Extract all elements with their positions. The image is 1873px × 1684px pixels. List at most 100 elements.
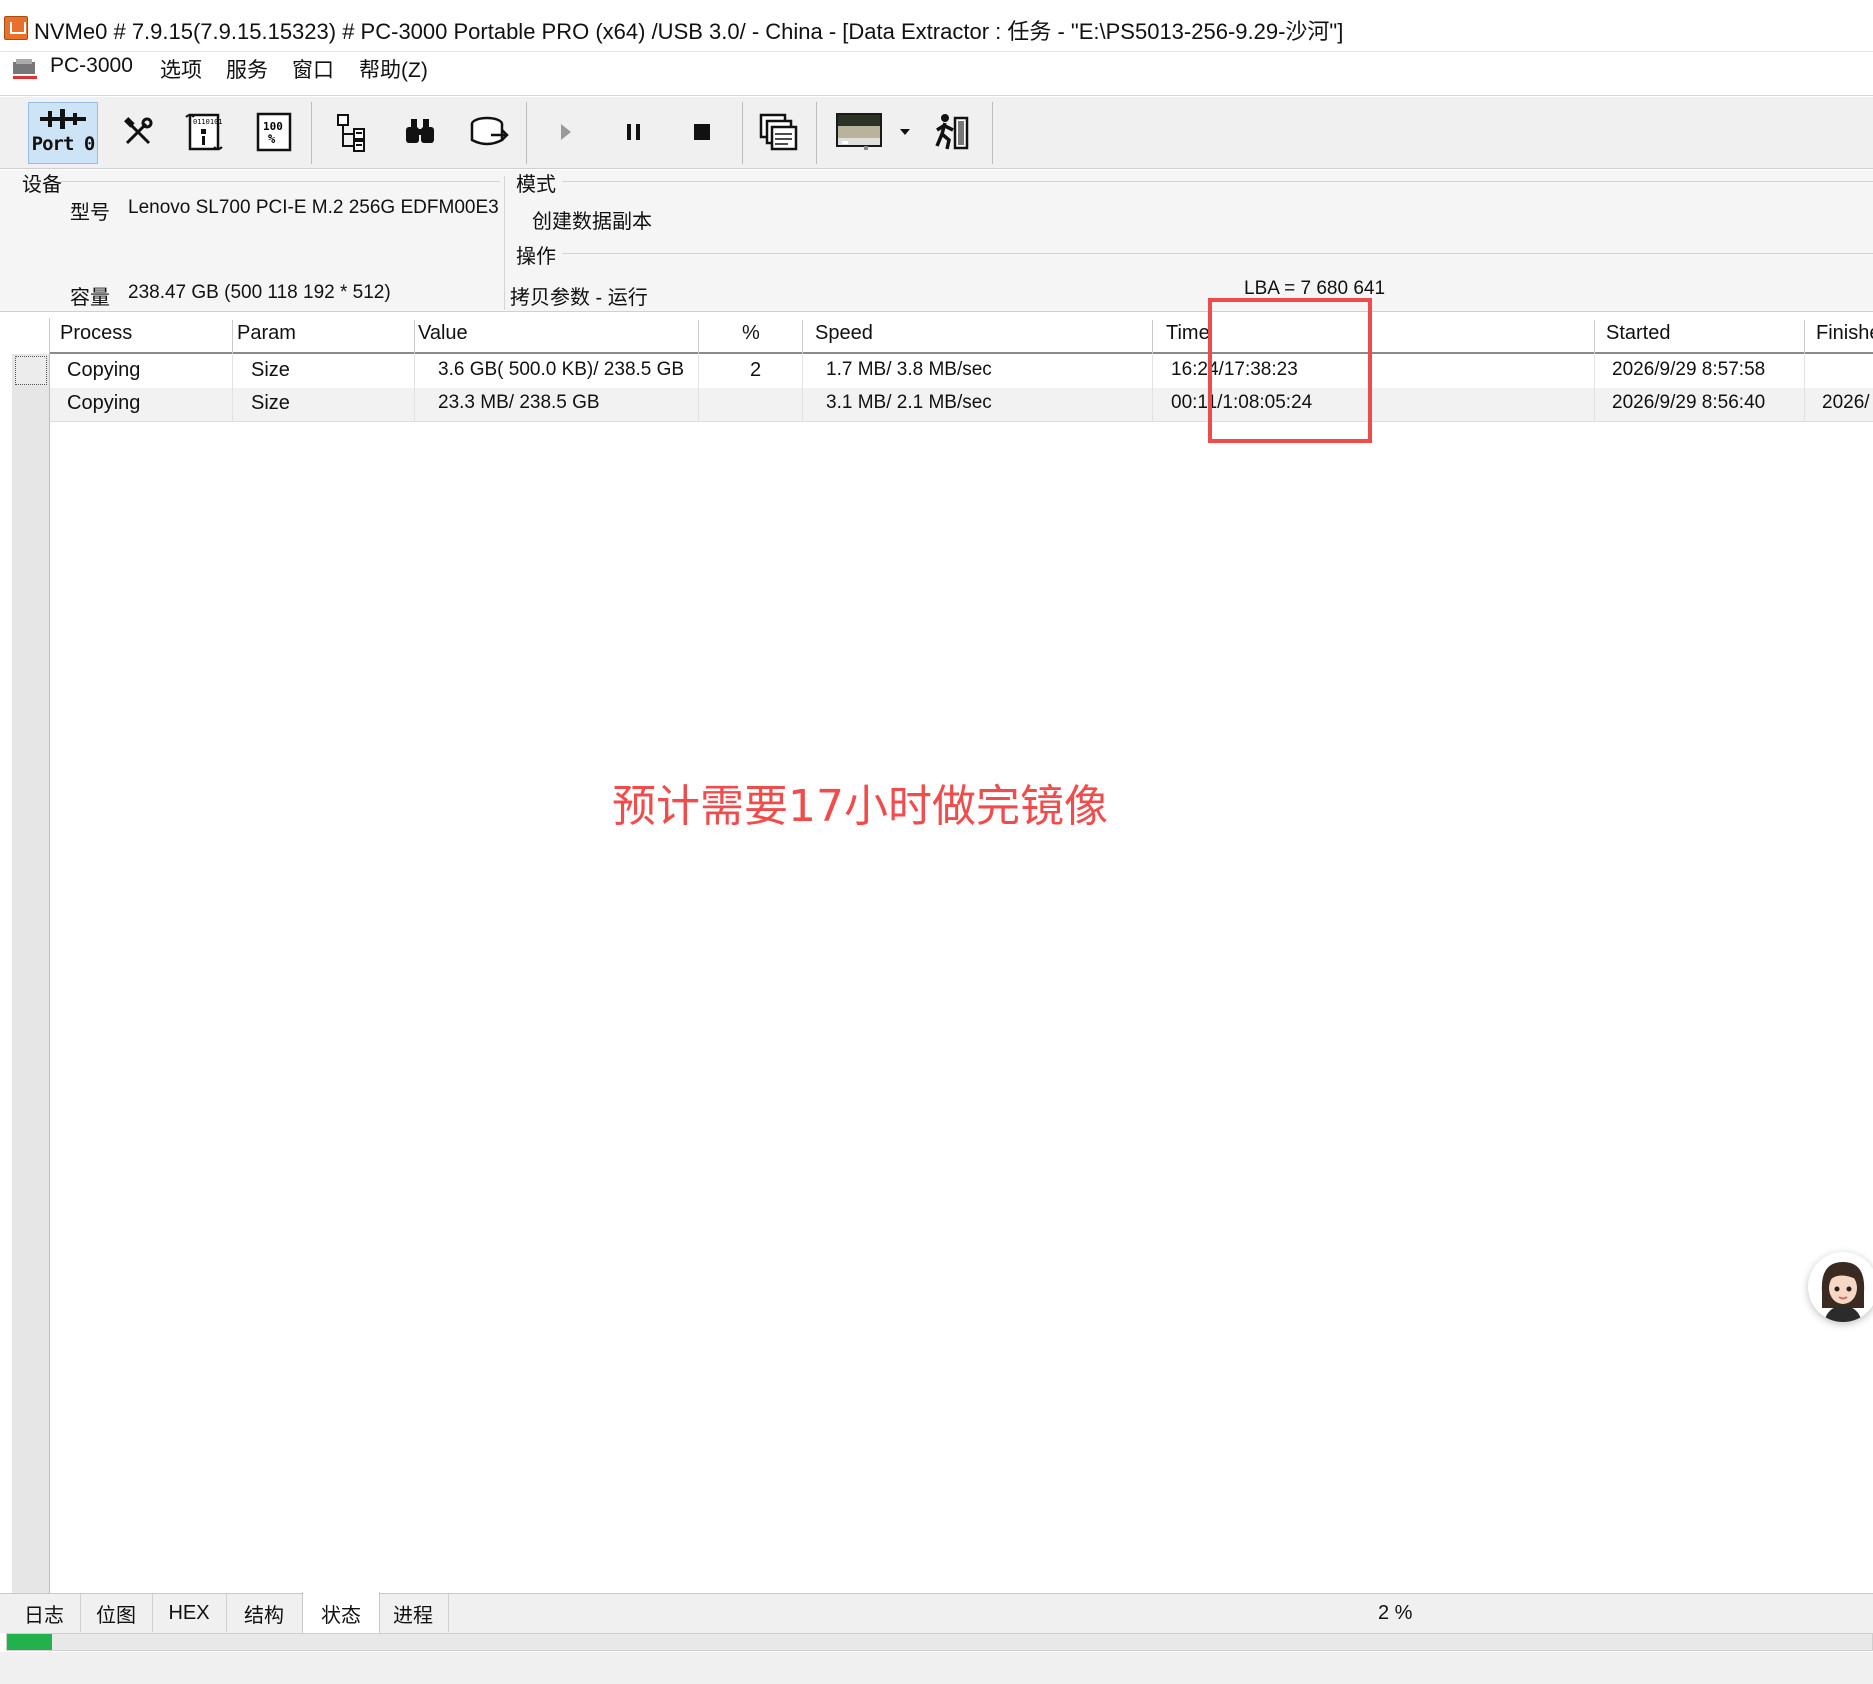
column-line bbox=[1594, 355, 1595, 421]
tab-label: 状态 bbox=[321, 1604, 361, 1627]
cell-param: Size bbox=[251, 359, 290, 381]
mode-value: 创建数据副本 bbox=[532, 211, 652, 233]
column-header-time[interactable]: Time bbox=[1166, 322, 1210, 345]
column-header-speed[interactable]: Speed bbox=[815, 322, 873, 345]
column-header-value[interactable]: Value bbox=[418, 322, 468, 345]
current-row-marker bbox=[15, 356, 47, 385]
percent-doc-button[interactable]: 100 % bbox=[244, 102, 304, 162]
assistant-avatar[interactable] bbox=[1808, 1252, 1873, 1322]
menu-help[interactable]: 帮助(Z) bbox=[359, 54, 428, 84]
column-line bbox=[802, 355, 803, 421]
group-divider bbox=[562, 253, 1873, 254]
menu-bar bbox=[0, 52, 1873, 96]
cell-value: 3.6 GB( 500.0 KB)/ 238.5 GB bbox=[438, 359, 685, 380]
menu-window[interactable]: 窗口 bbox=[292, 54, 334, 84]
column-line bbox=[1152, 355, 1153, 421]
lba-value: LBA = 7 680 641 bbox=[1244, 278, 1386, 299]
svg-text:0110101: 0110101 bbox=[193, 118, 223, 126]
toolbar-separator bbox=[526, 102, 527, 164]
model-value: Lenovo SL700 PCI-E M.2 256G EDFM00E3 bbox=[128, 197, 499, 218]
port-button[interactable]: Port 0 bbox=[28, 102, 98, 164]
column-separator[interactable] bbox=[698, 320, 699, 354]
operation-status: 拷贝参数 - 运行 bbox=[510, 287, 648, 309]
cell-value: 23.3 MB/ 238.5 GB bbox=[438, 392, 600, 413]
mode-group-label: 模式 bbox=[516, 174, 556, 196]
cell-started: 2026/9/29 8:56:40 bbox=[1612, 392, 1766, 413]
screen-dropdown-button[interactable] bbox=[892, 102, 918, 162]
cell-percent: 2 bbox=[750, 359, 762, 381]
scroll-binary-icon: 0110101 bbox=[185, 113, 223, 151]
cell-speed: 1.7 MB/ 3.8 MB/sec bbox=[826, 359, 992, 380]
tree-icon bbox=[337, 114, 365, 152]
column-line bbox=[232, 355, 233, 421]
column-separator[interactable] bbox=[1152, 320, 1153, 354]
disk-export-icon bbox=[470, 116, 509, 146]
port-icon bbox=[40, 109, 86, 129]
column-separator[interactable] bbox=[1804, 320, 1805, 354]
screen-button[interactable] bbox=[826, 102, 892, 162]
tab-log[interactable]: 日志 bbox=[8, 1594, 81, 1632]
pause-button[interactable] bbox=[604, 102, 664, 162]
tab-label: 结构 bbox=[244, 1604, 284, 1627]
tools-icon bbox=[124, 117, 153, 145]
toolbar-separator bbox=[816, 102, 817, 164]
cell-param: Size bbox=[251, 392, 290, 414]
menu-options[interactable]: 选项 bbox=[160, 54, 202, 84]
tree-button[interactable] bbox=[322, 102, 382, 162]
column-header-process[interactable]: Process bbox=[60, 322, 132, 345]
dropdown-arrow-icon bbox=[900, 129, 910, 135]
play-button[interactable] bbox=[536, 102, 596, 162]
cell-speed: 3.1 MB/ 2.1 MB/sec bbox=[826, 392, 992, 413]
status-bar bbox=[0, 1652, 1873, 1684]
column-line bbox=[698, 355, 699, 421]
device-group-label: 设备 bbox=[22, 174, 62, 196]
export-button[interactable] bbox=[460, 102, 520, 162]
column-header-percent[interactable]: % bbox=[742, 322, 760, 345]
column-header-param[interactable]: Param bbox=[237, 322, 296, 345]
cell-finished: 2026/ bbox=[1822, 392, 1870, 413]
tab-hex[interactable]: HEX bbox=[152, 1594, 227, 1632]
menu-service[interactable]: 服务 bbox=[226, 54, 268, 84]
time-highlight-box bbox=[1208, 298, 1372, 443]
binary-scroll-button[interactable]: 0110101 bbox=[174, 102, 234, 162]
avatar-icon bbox=[1810, 1254, 1873, 1322]
play-icon bbox=[561, 124, 571, 140]
windows-button[interactable] bbox=[748, 102, 808, 162]
column-separator[interactable] bbox=[1594, 320, 1595, 354]
tab-bitmap[interactable]: 位图 bbox=[80, 1594, 153, 1632]
row-indicator-column bbox=[12, 318, 50, 1593]
menu-pc3000[interactable]: PC-3000 bbox=[50, 54, 133, 78]
annotation-text: 预计需要17小时做完镜像 bbox=[612, 781, 1108, 832]
cell-process: Copying bbox=[67, 359, 141, 381]
capacity-label: 容量 bbox=[70, 287, 110, 309]
progress-percent-text: 2 % bbox=[1378, 1602, 1413, 1624]
column-header-finished[interactable]: Finishe bbox=[1816, 322, 1873, 345]
tab-process[interactable]: 进程 bbox=[378, 1594, 449, 1632]
stop-icon bbox=[694, 124, 710, 140]
search-button[interactable] bbox=[390, 102, 450, 162]
runner-icon bbox=[935, 114, 969, 150]
cell-started: 2026/9/29 8:57:58 bbox=[1612, 359, 1766, 380]
windows-icon bbox=[759, 113, 798, 151]
column-separator[interactable] bbox=[232, 320, 233, 354]
operation-group-label: 操作 bbox=[516, 246, 556, 268]
tab-label: 进程 bbox=[393, 1604, 433, 1627]
column-line bbox=[1804, 355, 1805, 421]
progress-bar bbox=[6, 1633, 1873, 1651]
column-header-started[interactable]: Started bbox=[1606, 322, 1670, 345]
window-title: NVMe0 # 7.9.15(7.9.15.15323) # PC-3000 P… bbox=[34, 19, 1344, 44]
tab-label: 日志 bbox=[24, 1604, 64, 1627]
screen-icon bbox=[836, 113, 882, 150]
column-separator[interactable] bbox=[802, 320, 803, 354]
pc3000-logo-icon[interactable] bbox=[12, 58, 38, 80]
header-corner bbox=[12, 318, 50, 354]
tab-structure[interactable]: 结构 bbox=[226, 1594, 303, 1632]
tools-button[interactable] bbox=[108, 102, 168, 162]
exit-button[interactable] bbox=[922, 102, 982, 162]
stop-button[interactable] bbox=[672, 102, 732, 162]
app-icon[interactable] bbox=[4, 16, 28, 40]
column-line bbox=[414, 355, 415, 421]
tab-status[interactable]: 状态 bbox=[302, 1592, 380, 1634]
port-label: Port 0 bbox=[31, 133, 96, 155]
column-separator[interactable] bbox=[414, 320, 415, 354]
